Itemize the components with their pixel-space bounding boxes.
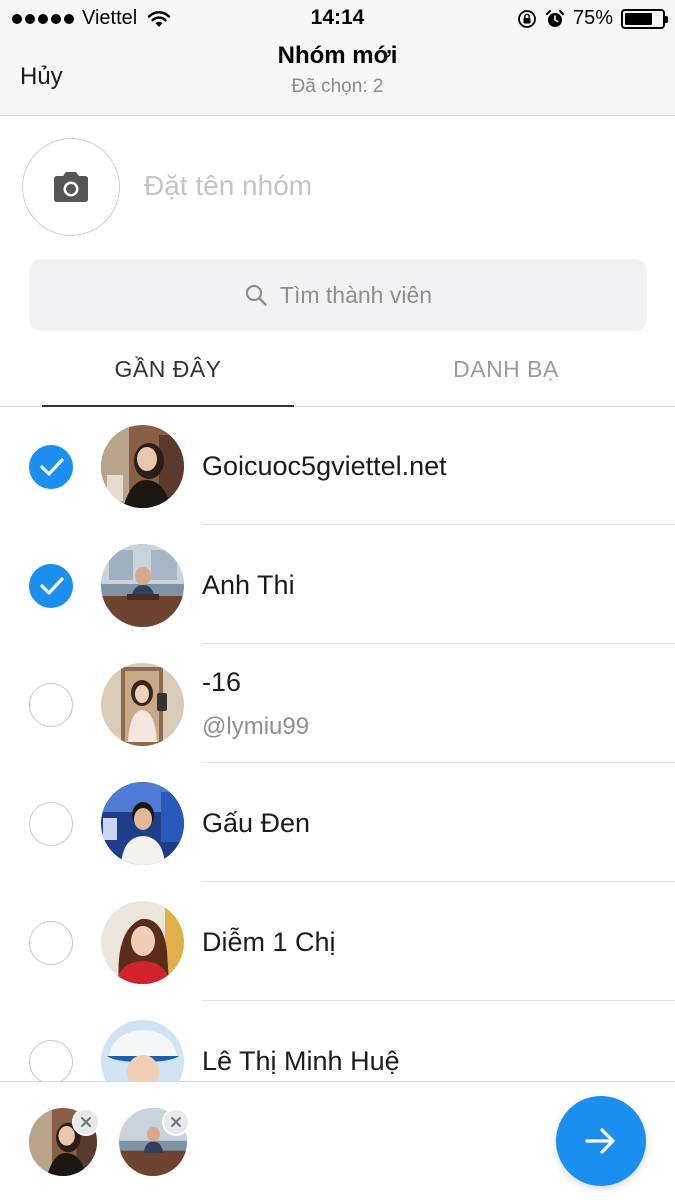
list-item[interactable]: Diễm 1 Chị <box>0 883 675 1002</box>
battery-percent: 75% <box>572 7 613 29</box>
list-item[interactable]: Gấu Đen <box>0 764 675 883</box>
row-divider <box>202 643 675 644</box>
selected-members-tray <box>0 1081 675 1200</box>
tab-recent[interactable]: GẦN ĐÂY <box>42 356 294 383</box>
status-right: 75% <box>517 7 668 30</box>
alarm-icon <box>545 9 564 27</box>
checkmark-icon <box>40 458 64 476</box>
list-item[interactable]: Anh Thi <box>0 526 675 645</box>
list-item[interactable]: -16 @lymiu99 <box>0 645 675 764</box>
battery-icon <box>621 8 668 29</box>
contact-name: Goicuoc5gviettel.net <box>202 451 447 481</box>
tab-bar: GẦN ĐÂY DANH BẠ <box>0 340 675 407</box>
navigation-bar: Hủy Nhóm mới Đã chọn: 2 <box>0 36 675 116</box>
selection-checkbox[interactable] <box>29 1040 73 1081</box>
selection-checkbox[interactable] <box>29 445 73 489</box>
list-item[interactable]: Lê Thị Minh Huệ <box>0 1002 675 1081</box>
avatar <box>101 663 184 746</box>
avatar <box>101 782 184 865</box>
arrow-right-icon <box>585 1128 615 1154</box>
list-item[interactable]: Goicuoc5gviettel.net <box>0 407 675 526</box>
row-divider <box>202 881 675 882</box>
camera-icon <box>54 172 88 202</box>
close-icon <box>81 1117 91 1127</box>
avatar <box>101 1020 184 1081</box>
group-photo-button[interactable] <box>22 138 120 236</box>
contact-name: Gấu Đen <box>202 808 311 838</box>
contact-handle: @lymiu99 <box>202 713 310 740</box>
close-icon <box>171 1117 181 1127</box>
selection-checkbox[interactable] <box>29 564 73 608</box>
battery-level <box>625 12 652 25</box>
selected-count: Đã chọn: 2 <box>291 76 384 97</box>
selection-checkbox[interactable] <box>29 802 73 846</box>
rotation-lock-icon <box>518 9 536 28</box>
status-bar: Viettel 14:14 75% <box>0 0 675 36</box>
member-search-input[interactable]: Tìm thành viên <box>29 259 647 331</box>
search-icon <box>245 284 267 306</box>
avatar <box>101 425 184 508</box>
row-divider <box>202 524 675 525</box>
remove-member-button[interactable] <box>162 1108 190 1136</box>
row-divider <box>202 1000 675 1001</box>
avatar <box>101 901 184 984</box>
avatar <box>101 544 184 627</box>
selection-checkbox[interactable] <box>29 683 73 727</box>
group-name-input[interactable] <box>144 164 644 208</box>
next-button[interactable] <box>556 1096 646 1186</box>
page-title: Nhóm mới <box>277 42 398 69</box>
contact-name: -16 <box>202 667 242 697</box>
search-placeholder: Tìm thành viên <box>279 281 433 308</box>
selection-checkbox[interactable] <box>29 921 73 965</box>
checkmark-icon <box>40 577 64 595</box>
remove-member-button[interactable] <box>72 1108 100 1136</box>
tab-contacts[interactable]: DANH BẠ <box>380 356 632 383</box>
contact-list: Goicuoc5gviettel.net Anh Thi -16 @lymiu9… <box>0 407 675 1081</box>
contact-name: Diễm 1 Chị <box>202 927 336 957</box>
contact-name: Lê Thị Minh Huệ <box>202 1046 400 1076</box>
contact-name: Anh Thi <box>202 570 295 600</box>
row-divider <box>202 762 675 763</box>
